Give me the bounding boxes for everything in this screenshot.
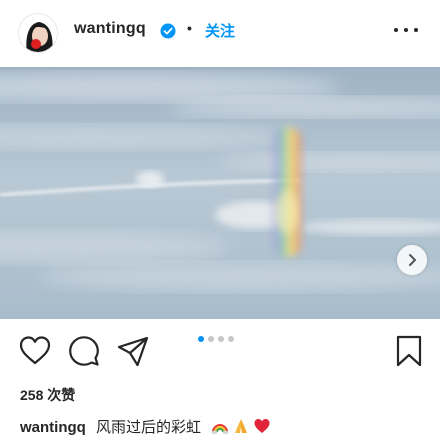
save-button[interactable] — [392, 334, 426, 368]
caption-username[interactable]: wantingq — [20, 419, 86, 436]
post-header: wantingq • 关注 — [0, 0, 440, 66]
like-button[interactable] — [18, 334, 52, 368]
comment-button[interactable] — [67, 334, 101, 368]
paper-plane-icon — [117, 336, 149, 367]
caption-emojis — [211, 417, 271, 435]
praying-hands-emoji-icon — [235, 419, 248, 433]
carousel-dot — [228, 336, 234, 342]
caption: wantingq 风雨过后的彩虹 — [20, 416, 271, 437]
carousel-dot — [218, 336, 224, 342]
red-heart-emoji-icon — [254, 419, 270, 433]
sky-rainbow-photo — [0, 67, 440, 319]
share-button[interactable] — [116, 334, 150, 368]
carousel-indicator — [198, 336, 234, 342]
follow-button[interactable]: 关注 — [205, 20, 235, 41]
carousel-dot-active — [198, 336, 204, 342]
post-photo[interactable] — [0, 67, 440, 319]
action-bar — [0, 322, 440, 382]
avatar-image — [19, 14, 57, 52]
ellipsis-icon — [394, 28, 398, 32]
next-photo-button[interactable] — [397, 245, 427, 275]
separator-dot: • — [187, 20, 192, 36]
caption-text: 风雨过后的彩虹 — [96, 419, 202, 436]
carousel-dot — [208, 336, 214, 342]
comment-bubble-icon — [69, 336, 99, 366]
avatar[interactable] — [18, 13, 58, 53]
likes-count[interactable]: 258 次赞 — [20, 385, 75, 405]
more-options-button[interactable] — [394, 18, 418, 42]
heart-outline-icon — [19, 336, 51, 365]
username[interactable]: wantingq — [74, 20, 146, 38]
verified-badge-icon — [160, 23, 176, 39]
bookmark-icon — [396, 335, 422, 367]
rainbow-emoji-icon — [211, 424, 229, 435]
chevron-right-icon — [409, 254, 416, 266]
